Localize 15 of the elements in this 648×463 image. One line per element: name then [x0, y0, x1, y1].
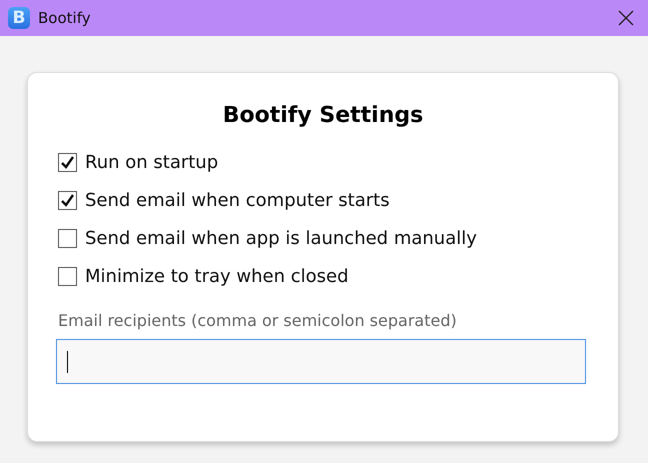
email-recipients-field[interactable] — [56, 339, 586, 384]
close-icon — [618, 10, 634, 26]
window-title: Bootify — [38, 8, 92, 29]
option-label: Minimize to tray when closed — [85, 266, 348, 288]
text-cursor — [67, 351, 68, 374]
app-logo-icon: B — [8, 7, 30, 29]
checkbox[interactable] — [58, 266, 77, 286]
option-label: Send email when computer starts — [85, 190, 390, 212]
checkbox[interactable] — [58, 190, 77, 210]
settings-heading: Bootify Settings — [222, 103, 424, 130]
option-label: Send email when app is launched manually — [85, 228, 477, 250]
option-label: Run on startup — [85, 152, 218, 174]
field-label: Email recipients (comma or semicolon separated) — [58, 310, 458, 332]
checkbox[interactable] — [58, 152, 77, 172]
checkbox[interactable] — [58, 228, 77, 248]
